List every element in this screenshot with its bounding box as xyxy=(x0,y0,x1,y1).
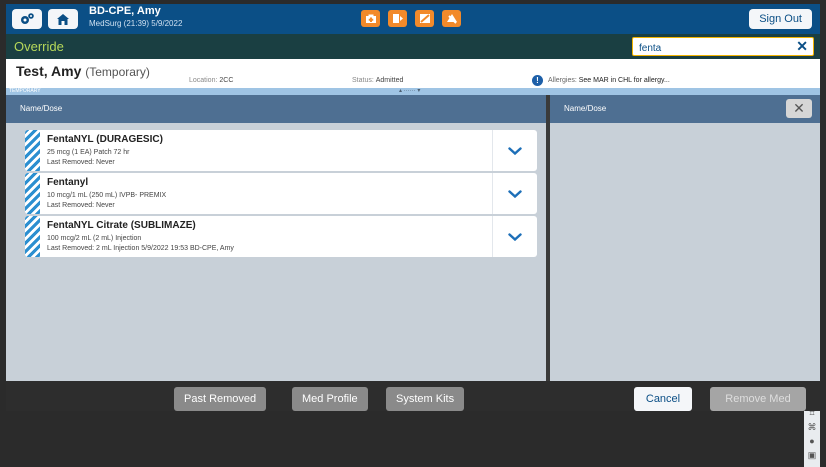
med-list-panel: Name/Dose FentaNYL (DURAGESIC) 25 mcg (1… xyxy=(6,95,546,381)
clear-selection-button[interactable]: ✕ xyxy=(786,99,812,118)
chevron-down-icon xyxy=(508,189,522,198)
home-button[interactable] xyxy=(48,9,78,29)
patient-name-line: Test, Amy (Temporary) xyxy=(16,63,150,79)
med-dose: 100 mcg/2 mL (2 mL) Injection xyxy=(47,235,142,242)
selection-panel: Name/Dose ✕ ? ⌗ ⌘ ● ▣ xyxy=(550,95,820,467)
settings-icon xyxy=(21,13,34,24)
top-bar: BD-CPE, Amy MedSurg (21:39) 5/9/2022 Sig… xyxy=(6,4,820,34)
med-dose: 10 mcg/1 mL (250 mL) IVPB- PREMIX xyxy=(47,192,167,199)
cancel-button[interactable]: Cancel xyxy=(634,387,692,411)
med-dose: 25 mcg (1 EA) Patch 72 hr xyxy=(47,149,130,156)
med-stripe xyxy=(25,130,40,171)
med-stripe xyxy=(25,216,40,257)
med-last-removed: Last Removed: 2 mL Injection 5/9/2022 19… xyxy=(47,245,234,252)
med-name: FentaNYL Citrate (SUBLIMAZE) xyxy=(47,220,196,231)
page-title: Override xyxy=(14,39,64,54)
med-name: Fentanyl xyxy=(47,177,89,188)
expand-med-button[interactable] xyxy=(492,216,537,257)
med-profile-button[interactable]: Med Profile xyxy=(292,387,368,411)
expand-patient-handle[interactable]: ▴ ······ ▾ xyxy=(399,88,420,95)
search-input[interactable] xyxy=(637,39,791,58)
expand-med-button[interactable] xyxy=(492,130,537,171)
med-item[interactable]: Fentanyl 10 mcg/1 mL (250 mL) IVPB- PREM… xyxy=(25,173,537,214)
allergies-value: See MAR in CHL for allergy... xyxy=(578,77,670,84)
record-icon[interactable]: ● xyxy=(804,434,820,448)
search-box[interactable]: ✕ xyxy=(632,37,814,58)
patient-location: Location: 2CC xyxy=(189,77,234,84)
med-last-removed: Last Removed: Never xyxy=(47,159,115,166)
med-icon[interactable] xyxy=(361,10,380,27)
user-info: BD-CPE, Amy MedSurg (21:39) 5/9/2022 xyxy=(89,5,182,29)
waste-icon[interactable] xyxy=(415,10,434,27)
column-header-name-dose: Name/Dose xyxy=(20,104,63,113)
expand-med-button[interactable] xyxy=(492,173,537,214)
system-kits-button[interactable]: System Kits xyxy=(386,387,465,411)
med-last-removed: Last Removed: Never xyxy=(47,202,115,209)
patient-temp-tag: (Temporary) xyxy=(85,65,150,79)
bottom-bar: Past Removed Med Profile System Kits Can… xyxy=(6,381,820,411)
sign-out-button[interactable]: Sign Out xyxy=(749,9,812,29)
clear-search-icon[interactable]: ✕ xyxy=(796,38,808,55)
alert-icon[interactable]: ! xyxy=(532,75,543,86)
patient-header: Test, Amy (Temporary) Location: 2CC Stat… xyxy=(6,59,820,95)
med-item[interactable]: FentaNYL (DURAGESIC) 25 mcg (1 EA) Patch… xyxy=(25,130,537,171)
quick-actions xyxy=(361,10,461,27)
selection-header: Name/Dose ✕ xyxy=(550,95,820,123)
return-icon[interactable] xyxy=(388,10,407,27)
status-value: Admitted xyxy=(375,77,404,84)
home-icon xyxy=(57,13,69,25)
patient-name: Test, Amy xyxy=(16,63,82,79)
tools-icon[interactable]: ⌘ xyxy=(804,420,820,434)
column-header-name-dose: Name/Dose xyxy=(564,104,607,113)
override-bar: Override ✕ xyxy=(6,34,820,59)
user-location-time: MedSurg (21:39) 5/9/2022 xyxy=(89,19,183,28)
temporary-label: TEMPORARY xyxy=(9,88,41,94)
lock-icon[interactable]: ▣ xyxy=(804,448,820,462)
med-list-header: Name/Dose xyxy=(6,95,546,123)
chevron-down-icon xyxy=(508,146,522,155)
app-window: BD-CPE, Amy MedSurg (21:39) 5/9/2022 Sig… xyxy=(6,4,820,467)
chevron-down-icon xyxy=(508,232,522,241)
location-value: 2CC xyxy=(219,77,234,84)
patient-allergies: Allergies: See MAR in CHL for allergy... xyxy=(548,77,670,84)
discrepancy-icon[interactable] xyxy=(442,10,461,27)
patient-status: Status: Admitted xyxy=(352,77,404,84)
med-name: FentaNYL (DURAGESIC) xyxy=(47,134,163,145)
settings-button[interactable] xyxy=(12,9,42,29)
med-stripe xyxy=(25,173,40,214)
past-removed-button[interactable]: Past Removed xyxy=(174,387,267,411)
remove-med-button[interactable]: Remove Med xyxy=(710,387,806,411)
user-name: BD-CPE, Amy xyxy=(89,5,161,17)
med-item[interactable]: FentaNYL Citrate (SUBLIMAZE) 100 mcg/2 m… xyxy=(25,216,537,257)
